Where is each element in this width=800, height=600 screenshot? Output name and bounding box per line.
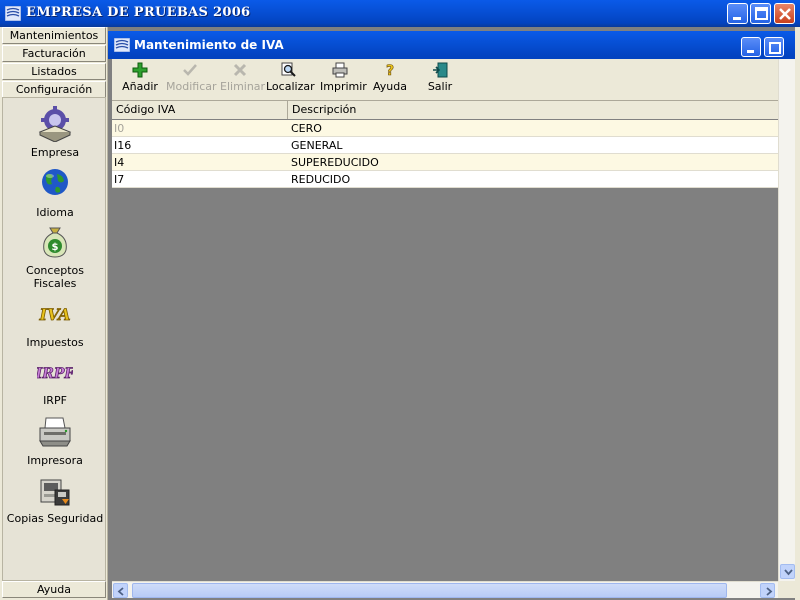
tool-empresa[interactable]: Empresa [3, 106, 107, 159]
scroll-right-arrow[interactable] [760, 583, 775, 598]
child-window-icon [114, 38, 130, 52]
table-row[interactable]: I16 GENERAL [112, 137, 778, 154]
horizontal-scroll-thumb[interactable] [132, 583, 727, 598]
maximize-button[interactable] [750, 3, 771, 24]
printer-icon [39, 417, 71, 447]
child-title-bar: Mantenimiento de IVA [108, 31, 800, 59]
plus-icon [132, 62, 148, 78]
scroll-corner [778, 581, 795, 598]
iva-table: Código IVA Descripción I0 CERO I16 GENER… [112, 101, 778, 581]
tool-conceptos-fiscales[interactable]: $ Conceptos Fiscales [3, 224, 107, 290]
magnifier-icon [281, 62, 296, 77]
nav-mantenimientos[interactable]: Mantenimientos [2, 27, 106, 44]
delete-x-icon [233, 63, 247, 77]
find-button[interactable]: Localizar [266, 62, 315, 93]
money-bag-icon: $ [43, 227, 67, 258]
app-icon [5, 6, 21, 21]
tool-impuestos[interactable]: IVA Impuestos [3, 296, 107, 349]
tool-idioma[interactable]: Idioma [3, 166, 107, 219]
exit-button[interactable]: Salir [426, 62, 454, 93]
child-window-title: Mantenimiento de IVA [134, 38, 284, 52]
scroll-down-arrow[interactable] [780, 564, 795, 579]
column-header-descripcion[interactable]: Descripción [288, 101, 778, 119]
tool-impresora[interactable]: Impresora [3, 414, 107, 467]
child-minimize-button[interactable] [741, 37, 761, 57]
horizontal-scrollbar[interactable] [112, 581, 778, 598]
tool-copias-seguridad[interactable]: Copias Seguridad [3, 472, 107, 525]
backup-icon [40, 479, 70, 506]
toolbar: Añadir Modificar Eliminar Localizar Impr… [112, 59, 778, 101]
svg-text:?: ? [386, 63, 394, 78]
add-button[interactable]: Añadir [122, 62, 158, 93]
globe-icon [42, 169, 68, 195]
sidebar: Mantenimientos Facturación Listados Conf… [0, 27, 108, 600]
nav-facturacion[interactable]: Facturación [2, 45, 106, 62]
window-right-edge [795, 27, 800, 600]
window-title: EMPRESA DE PRUEBAS 2006 [26, 5, 251, 20]
question-mark-icon: ? [386, 63, 395, 78]
scroll-left-arrow[interactable] [113, 583, 128, 598]
minimize-button[interactable] [727, 3, 748, 24]
tool-irpf[interactable]: IRPF IRPF [3, 354, 107, 407]
help-button[interactable]: Ayuda [2, 581, 106, 598]
nav-listados[interactable]: Listados [2, 63, 106, 80]
help-toolbar-button[interactable]: ? Ayuda [370, 62, 410, 93]
svg-text:IVA: IVA [38, 305, 70, 324]
vertical-scrollbar[interactable] [778, 59, 795, 581]
mdi-area: Mantenimiento de IVA Añadir Modificar El… [108, 27, 800, 600]
title-bar: EMPRESA DE PRUEBAS 2006 [0, 0, 800, 27]
table-row[interactable]: I0 CERO [112, 120, 778, 137]
modify-button[interactable]: Modificar [166, 62, 217, 93]
svg-text:$: $ [52, 242, 59, 253]
printer-small-icon [332, 62, 348, 78]
table-row[interactable]: I4 SUPEREDUCIDO [112, 154, 778, 171]
company-gear-icon [38, 106, 72, 142]
exit-door-icon [433, 62, 448, 78]
checkmark-icon [183, 64, 197, 76]
table-header: Código IVA Descripción [112, 101, 778, 119]
table-row[interactable]: I7 REDUCIDO [112, 171, 778, 188]
iva-icon: IVA [38, 305, 71, 325]
irpf-icon: IRPF [37, 366, 73, 383]
tool-panel: Empresa Idioma $ Conceptos Fiscales IVA … [2, 97, 106, 581]
print-button[interactable]: Imprimir [320, 62, 367, 93]
nav-configuracion[interactable]: Configuración [2, 81, 106, 98]
close-button[interactable] [774, 3, 795, 24]
column-header-codigo[interactable]: Código IVA [112, 101, 288, 119]
svg-text:IRPF: IRPF [37, 366, 73, 382]
delete-button[interactable]: Eliminar [220, 62, 265, 93]
child-maximize-button[interactable] [764, 37, 784, 57]
